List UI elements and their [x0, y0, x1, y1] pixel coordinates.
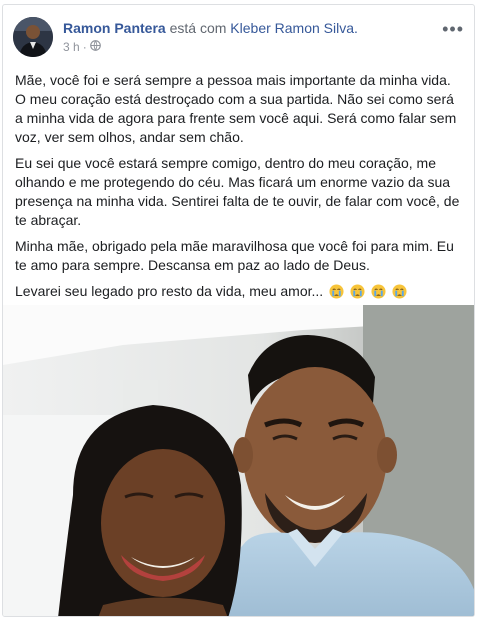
post-title-line: Ramon Pantera está com Kleber Ramon Silv…	[63, 20, 436, 36]
post-time-link[interactable]: 3 h	[63, 40, 80, 54]
crying-face-emoji	[329, 284, 344, 299]
post-text: Mãe, você foi e será sempre a pessoa mai…	[15, 71, 464, 308]
post-last-line-text: Levarei seu legado pro resto da vida, me…	[15, 283, 324, 299]
post-meta: Ramon Pantera está com Kleber Ramon Silv…	[63, 20, 436, 54]
post-header: Ramon Pantera está com Kleber Ramon Silv…	[11, 15, 466, 59]
author-name-link[interactable]: Ramon Pantera	[63, 20, 166, 36]
post-photo[interactable]	[3, 305, 474, 616]
globe-icon[interactable]	[89, 40, 101, 54]
post-card: Ramon Pantera está com Kleber Ramon Silv…	[2, 4, 475, 617]
post-paragraph: Minha mãe, obrigado pela mãe maravilhosa…	[15, 238, 454, 273]
author-avatar[interactable]	[13, 17, 53, 57]
post-last-line: Levarei seu legado pro resto da vida, me…	[15, 282, 464, 301]
post-paragraph: Eu sei que você estará sempre comigo, de…	[15, 155, 460, 228]
tagged-friend-link[interactable]: Kleber Ramon Silva.	[230, 20, 358, 36]
crying-face-emoji	[371, 284, 386, 299]
more-options-icon[interactable]: •••	[442, 19, 464, 40]
crying-face-emoji	[350, 284, 365, 299]
with-text: está com	[169, 20, 227, 36]
crying-face-emoji	[392, 284, 407, 299]
time-separator: ·	[82, 40, 87, 54]
post-timestamp-line: 3 h ·	[63, 40, 436, 54]
post-paragraph: Mãe, você foi e será sempre a pessoa mai…	[15, 72, 457, 145]
